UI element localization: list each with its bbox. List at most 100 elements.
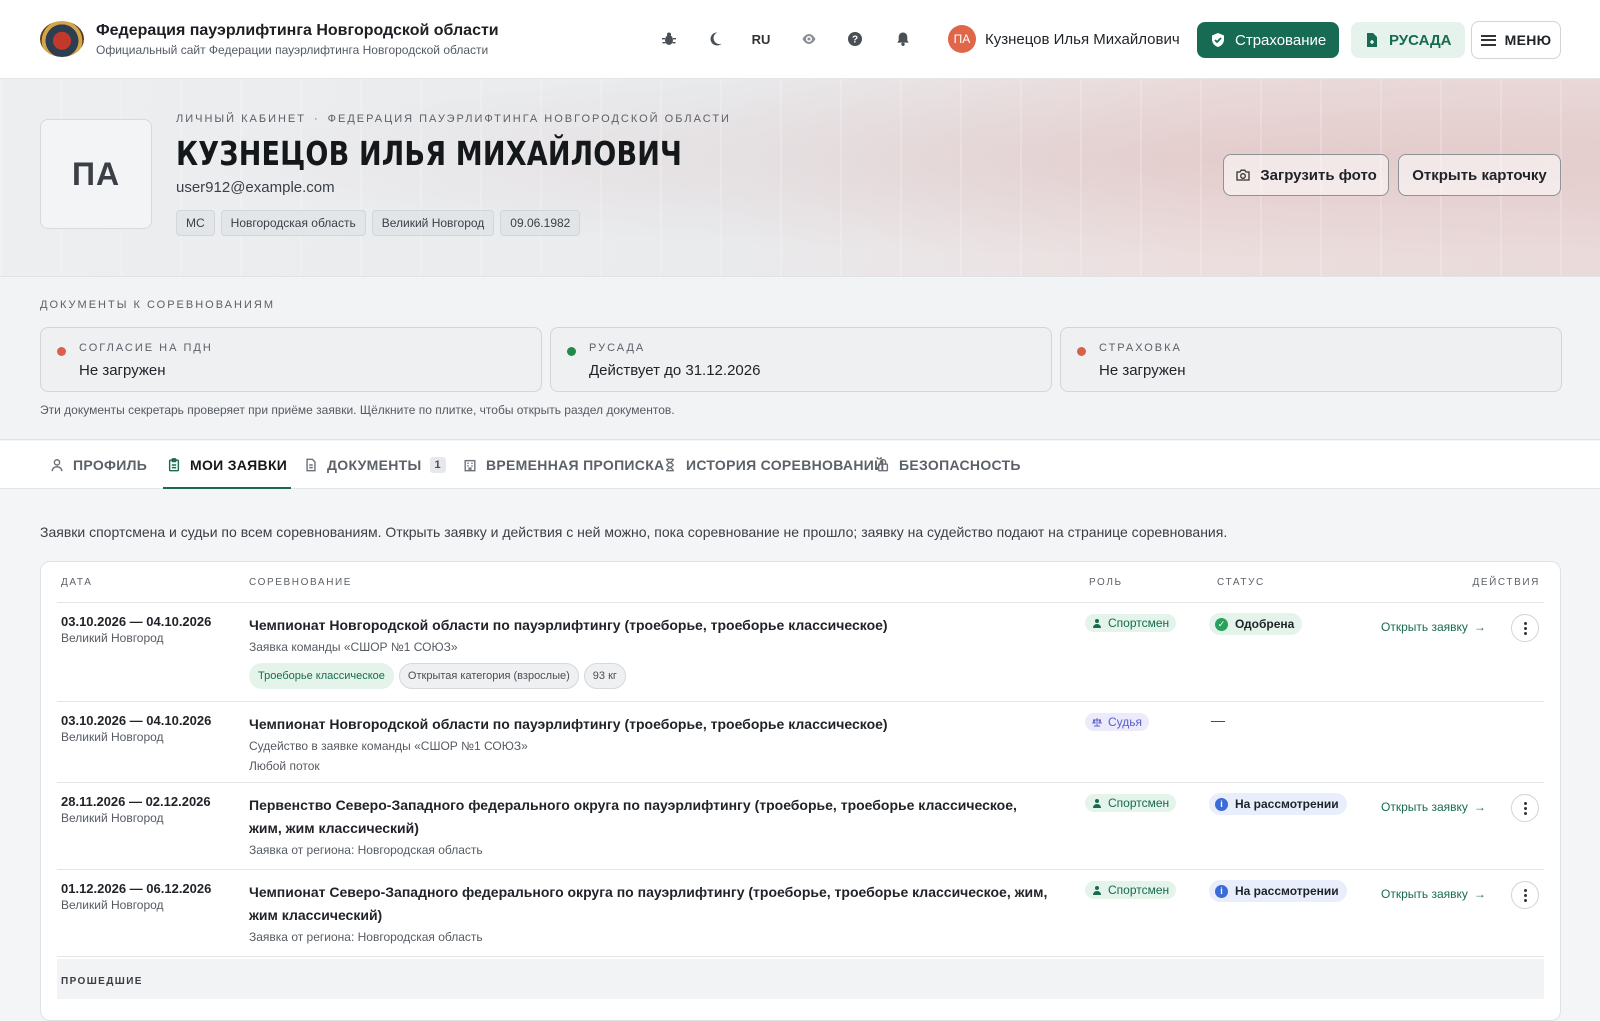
tab-label: Документы	[327, 457, 422, 473]
role-badge: Спортсмен	[1085, 881, 1177, 899]
more-vertical-icon	[1523, 621, 1527, 636]
row-flow: Любой поток	[249, 759, 320, 773]
document-tile-rusada[interactable]: РУСАДА Действует до 31.12.2026	[550, 327, 1052, 392]
role-label: Спортсмен	[1108, 796, 1170, 810]
breadcrumb-separator: ·	[313, 113, 320, 125]
brand[interactable]: Федерация пауэрлифтинга Новгородской обл…	[96, 22, 499, 57]
row-date: 03.10.2026 — 04.10.2026	[61, 614, 212, 629]
tab-label: История соревнований	[686, 457, 885, 473]
document-label: СТРАХОВКА	[1099, 342, 1182, 354]
rusada-label: РУСАДА	[1389, 31, 1452, 49]
documents-title: ДОКУМЕНТЫ К СОРЕВНОВАНИЯМ	[40, 299, 275, 311]
more-vertical-icon	[1523, 801, 1527, 816]
documents-hint: Эти документы секретарь проверяет при пр…	[40, 403, 675, 417]
documents-count-badge: 1	[429, 457, 446, 473]
row-city: Великий Новгород	[61, 631, 164, 645]
discipline-tag: Троеборье классическое	[249, 663, 394, 689]
info-circle-icon: i	[1215, 884, 1228, 898]
tab-documents[interactable]: Документы 1	[304, 441, 446, 489]
user-icon	[51, 459, 63, 472]
status-label: На рассмотрении	[1235, 884, 1339, 898]
federation-logo[interactable]	[40, 21, 84, 57]
top-icons: RU ?	[658, 28, 914, 50]
insurance-button[interactable]: Страхование	[1197, 22, 1340, 58]
category-tag: Открытая категория (взрослые)	[398, 663, 579, 689]
role-badge: Спортсмен	[1085, 794, 1177, 812]
document-value: Не загружен	[1099, 362, 1186, 379]
open-application-label: Открыть заявку	[1381, 800, 1468, 814]
document-plus-icon	[1367, 33, 1377, 47]
open-application-link[interactable]: Открыть заявку →	[1381, 887, 1486, 901]
tab-my-applications[interactable]: Мои заявки	[162, 441, 292, 489]
bug-icon[interactable]	[658, 28, 680, 50]
open-application-link[interactable]: Открыть заявку →	[1381, 620, 1486, 634]
row-more-button[interactable]	[1511, 614, 1539, 642]
breadcrumb-item-federation[interactable]: ФЕДЕРАЦИЯ ПАУЭРЛИФТИНГА НОВГОРОДСКОЙ ОБЛ…	[328, 113, 731, 125]
user-avatar: ПА	[948, 25, 976, 53]
row-city: Великий Новгород	[61, 898, 164, 912]
arrow-right-icon: →	[1473, 800, 1486, 814]
row-more-button[interactable]	[1511, 794, 1539, 822]
hourglass-icon	[666, 458, 674, 472]
tab-competition-history[interactable]: История соревнований	[663, 441, 884, 489]
menu-button[interactable]: МЕНЮ	[1471, 21, 1561, 59]
document-tile-insurance[interactable]: СТРАХОВКА Не загружен	[1060, 327, 1562, 392]
user-chip[interactable]: ПА Кузнецов Илья Михайлович	[948, 25, 1180, 53]
column-header-status: СТАТУС	[1217, 577, 1265, 588]
bell-icon[interactable]	[892, 28, 914, 50]
eye-icon[interactable]	[798, 28, 820, 50]
profile-avatar[interactable]: ПА	[40, 119, 152, 229]
building-icon	[464, 459, 476, 472]
status-dot	[1077, 347, 1086, 356]
upload-photo-button[interactable]: Загрузить фото	[1223, 154, 1389, 196]
row-city: Великий Новгород	[61, 811, 164, 825]
status-label: На рассмотрении	[1235, 797, 1339, 811]
tab-label: Профиль	[73, 457, 148, 473]
applications-table: ДАТА СОРЕВНОВАНИЕ РОЛЬ СТАТУС ДЕЙСТВИЯ 0…	[40, 561, 1561, 1021]
tab-temporary-registration[interactable]: Временная прописка	[463, 441, 664, 489]
role-label: Спортсмен	[1108, 883, 1170, 897]
rusada-button[interactable]: РУСАДА	[1351, 22, 1465, 58]
menu-label: МЕНЮ	[1504, 32, 1552, 48]
open-card-button[interactable]: Открыть карточку	[1398, 154, 1561, 196]
row-competition-title: Чемпионат Новгородской области по пауэрл…	[249, 716, 888, 732]
upload-photo-label: Загрузить фото	[1260, 166, 1377, 184]
tab-security[interactable]: Безопасность	[876, 441, 1021, 489]
person-icon	[1093, 619, 1101, 628]
info-circle-icon: i	[1215, 797, 1228, 811]
profile-name: КУЗНЕЦОВ ИЛЬЯ МИХАЙЛОВИЧ	[176, 134, 683, 173]
row-competition-title: Первенство Северо-Западного федерального…	[249, 797, 1017, 836]
status-empty: —	[1211, 712, 1225, 728]
row-subtitle: Судейство в заявке команды «СШОР №1 СОЮЗ…	[249, 739, 528, 753]
city-chip: Великий Новгород	[371, 210, 495, 236]
profile-chips: МС Новгородская область Великий Новгород…	[176, 210, 586, 236]
file-icon	[306, 458, 316, 472]
document-label: РУСАДА	[589, 342, 646, 354]
row-subtitle: Заявка от региона: Новгородская область	[249, 843, 483, 857]
profile-hero: ПА ЛИЧНЫЙ КАБИНЕТ · ФЕДЕРАЦИЯ ПАУЭРЛИФТИНГ…	[0, 79, 1600, 277]
breadcrumb-item-cabinet[interactable]: ЛИЧНЫЙ КАБИНЕТ	[176, 113, 306, 125]
clipboard-icon	[168, 458, 180, 472]
moon-icon[interactable]	[704, 28, 726, 50]
table-row: 01.12.2026 — 06.12.2026 Великий Новгород…	[57, 870, 1544, 957]
documents-section: ДОКУМЕНТЫ К СОРЕВНОВАНИЯМ СОГЛАСИЕ НА ПД…	[0, 278, 1600, 440]
help-icon[interactable]: ?	[844, 28, 866, 50]
profile-email: user912@example.com	[176, 179, 335, 196]
status-dot	[567, 347, 576, 356]
row-date: 03.10.2026 — 04.10.2026	[61, 713, 212, 728]
tab-label: Мои заявки	[190, 457, 288, 473]
row-date: 28.11.2026 — 02.12.2026	[61, 794, 211, 809]
check-circle-icon: ✓	[1215, 617, 1228, 631]
role-badge: Судья	[1085, 713, 1150, 731]
document-label: СОГЛАСИЕ НА ПДН	[79, 342, 213, 354]
document-tile-consent[interactable]: СОГЛАСИЕ НА ПДН Не загружен	[40, 327, 542, 392]
user-name: Кузнецов Илья Михайлович	[985, 30, 1180, 48]
language-switch[interactable]: RU	[750, 28, 772, 50]
camera-icon	[1236, 169, 1250, 181]
document-value: Не загружен	[79, 362, 166, 379]
row-competition-title: Чемпионат Новгородской области по пауэрл…	[249, 617, 888, 633]
row-more-button[interactable]	[1511, 881, 1539, 909]
tab-profile[interactable]: Профиль	[50, 441, 147, 489]
open-application-link[interactable]: Открыть заявку →	[1381, 800, 1486, 814]
tab-label: Временная прописка	[486, 457, 665, 473]
